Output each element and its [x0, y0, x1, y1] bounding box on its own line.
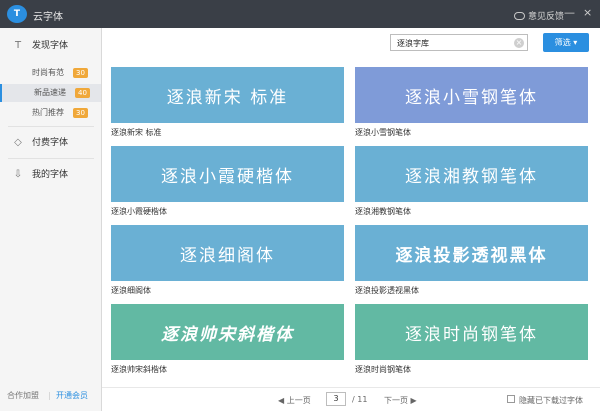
- hide-downloaded-checkbox[interactable]: [507, 395, 515, 403]
- diamond-icon: ◇: [14, 137, 22, 148]
- font-card[interactable]: 逐浪时尚钢笔体 逐浪时尚钢笔体: [355, 304, 588, 374]
- sidebar-item-paid[interactable]: ◇ 付费字体: [0, 131, 101, 155]
- font-preview[interactable]: 逐浪小霞硬楷体: [111, 146, 344, 202]
- search-value: 逐浪字库: [397, 39, 429, 48]
- sidebar: T 发现字体 时尚有范 30 新品速递 40 热门推荐 30 ◇ 付费字体 ⇩ …: [0, 28, 102, 411]
- sidebar-subitem-label: 新品速递: [34, 88, 66, 97]
- font-preview-text: 逐浪时尚钢笔体: [405, 324, 538, 345]
- minimize-button[interactable]: —: [564, 7, 575, 19]
- font-preview[interactable]: 逐浪时尚钢笔体: [355, 304, 588, 360]
- sidebar-subitem-hot[interactable]: 热门推荐 30: [0, 104, 101, 122]
- clear-search-icon[interactable]: ×: [514, 38, 524, 48]
- count-badge: 30: [73, 68, 88, 78]
- total-pages: / 11: [352, 395, 368, 404]
- footer-separator: |: [48, 391, 51, 400]
- page-number-input[interactable]: 3: [326, 392, 346, 406]
- font-name: 逐浪小霞硬楷体: [111, 207, 167, 216]
- font-card[interactable]: 逐浪新宋 标准 逐浪新宋 标准: [111, 67, 344, 137]
- font-preview-text: 逐浪帅宋斜楷体: [161, 324, 294, 345]
- font-name: 逐浪帅宋斜楷体: [111, 365, 167, 374]
- font-card[interactable]: 逐浪细阁体 逐浪细阁体: [111, 225, 344, 295]
- font-name: 逐浪时尚钢笔体: [355, 365, 411, 374]
- sidebar-item-discover[interactable]: T 发现字体: [0, 34, 101, 58]
- count-badge: 40: [75, 88, 90, 98]
- sidebar-subitem-new[interactable]: 新品速递 40: [0, 84, 101, 102]
- font-name: 逐浪湘教钢笔体: [355, 207, 411, 216]
- font-preview-text: 逐浪新宋 标准: [166, 87, 289, 108]
- font-preview[interactable]: 逐浪湘教钢笔体: [355, 146, 588, 202]
- font-name: 逐浪新宋 标准: [111, 128, 162, 137]
- open-vip-link[interactable]: 开通会员: [56, 381, 88, 411]
- font-card[interactable]: 逐浪帅宋斜楷体 逐浪帅宋斜楷体: [111, 304, 344, 374]
- font-name: 逐浪小雪钢笔体: [355, 128, 411, 137]
- sidebar-item-label: 发现字体: [32, 41, 69, 51]
- sidebar-divider: [8, 126, 94, 127]
- filter-button[interactable]: 筛选 ▾: [543, 33, 589, 52]
- sidebar-subitem-label: 时尚有范: [32, 68, 64, 77]
- font-preview[interactable]: 逐浪小雪钢笔体: [355, 67, 588, 123]
- close-button[interactable]: ×: [583, 7, 592, 19]
- sidebar-subitem-label: 热门推荐: [32, 108, 64, 117]
- cloud-logo-icon: T: [7, 5, 27, 23]
- font-card[interactable]: 逐浪投影透视黑体 逐浪投影透视黑体: [355, 225, 588, 295]
- feedback-label: 意见反馈: [528, 12, 565, 22]
- font-preview-text: 逐浪投影透视黑体: [395, 245, 548, 266]
- font-preview-text: 逐浪细阁体: [180, 245, 275, 266]
- count-badge: 30: [73, 108, 88, 118]
- font-preview-text: 逐浪小霞硬楷体: [161, 166, 294, 187]
- cooperation-link[interactable]: 合作加盟: [7, 381, 39, 411]
- font-preview[interactable]: 逐浪投影透视黑体: [355, 225, 588, 281]
- feedback-link[interactable]: 意见反馈: [514, 9, 564, 22]
- font-name: 逐浪投影透视黑体: [355, 286, 419, 295]
- sidebar-item-label: 我的字体: [32, 170, 69, 180]
- search-input[interactable]: 逐浪字库 ×: [390, 34, 528, 51]
- font-preview[interactable]: 逐浪帅宋斜楷体: [111, 304, 344, 360]
- text-t-icon: T: [14, 40, 22, 51]
- prev-page-button[interactable]: ◀ 上一页: [278, 395, 311, 406]
- font-name: 逐浪细阁体: [111, 286, 151, 295]
- pagination-bar: ◀ 上一页 3 / 11 下一页 ▶ 隐藏已下载过字体: [102, 387, 600, 411]
- next-page-button[interactable]: 下一页 ▶: [384, 395, 417, 406]
- font-preview[interactable]: 逐浪新宋 标准: [111, 67, 344, 123]
- chat-bubble-icon: [514, 12, 525, 20]
- hide-downloaded-label[interactable]: 隐藏已下载过字体: [519, 395, 583, 406]
- font-preview[interactable]: 逐浪细阁体: [111, 225, 344, 281]
- download-icon: ⇩: [13, 169, 23, 180]
- font-card[interactable]: 逐浪湘教钢笔体 逐浪湘教钢笔体: [355, 146, 588, 216]
- sidebar-subitem-fashion[interactable]: 时尚有范 30: [0, 64, 101, 82]
- font-preview-text: 逐浪小雪钢笔体: [405, 87, 538, 108]
- font-card[interactable]: 逐浪小霞硬楷体 逐浪小霞硬楷体: [111, 146, 344, 216]
- font-card[interactable]: 逐浪小雪钢笔体 逐浪小雪钢笔体: [355, 67, 588, 137]
- font-preview-text: 逐浪湘教钢笔体: [405, 166, 538, 187]
- sidebar-item-mine[interactable]: ⇩ 我的字体: [0, 163, 101, 187]
- sidebar-item-label: 付费字体: [32, 138, 69, 148]
- main-content: 逐浪字库 × 筛选 ▾ 逐浪新宋 标准 逐浪新宋 标准 逐浪小雪钢笔体 逐浪小雪…: [102, 28, 600, 411]
- app-title: 云字体: [33, 12, 63, 23]
- sidebar-divider: [8, 158, 94, 159]
- sidebar-footer: 合作加盟 | 开通会员: [0, 381, 101, 411]
- title-bar: T 云字体 意见反馈 — ×: [0, 0, 600, 28]
